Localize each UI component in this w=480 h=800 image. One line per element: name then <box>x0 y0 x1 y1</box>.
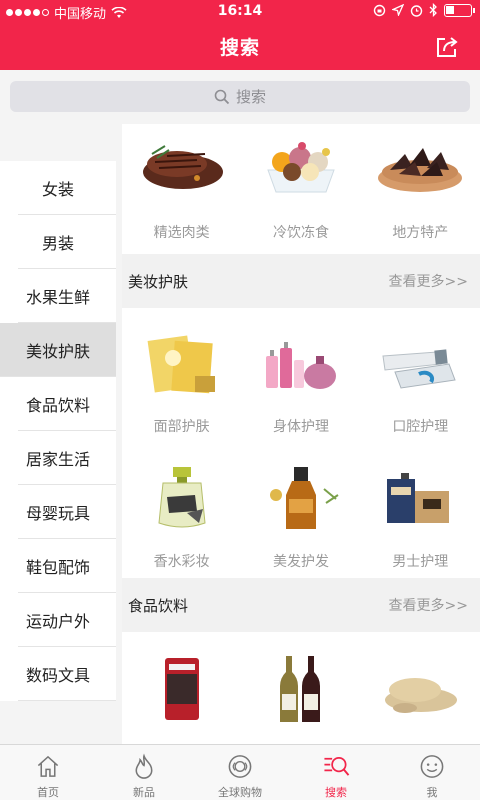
bottom-tab-bar: 首页 新品 全球购物 搜索 我 <box>0 744 480 800</box>
sidebar-item-label: 食品饮料 <box>25 396 90 415</box>
dried-fruit-icon <box>378 148 463 192</box>
tab-label: 我 <box>426 786 438 799</box>
sidebar-item-sports[interactable]: 运动户外 <box>0 593 116 647</box>
subcategory-grid: 面部护肤 身体护理 口腔护理 香水彩妆 美发护发 男士护理 <box>122 308 480 578</box>
smiley-icon <box>420 755 444 778</box>
sidebar-item-label: 女装 <box>41 180 74 199</box>
app-header: 中国移动 16:14 搜索 <box>0 0 480 70</box>
view-more-link[interactable]: 查看更多>> <box>389 595 468 615</box>
grain-icon <box>385 678 458 713</box>
subcategory-item[interactable] <box>361 632 480 744</box>
subcategory-grid: 精选肉类 冷饮冻食 地方特产 <box>122 124 480 254</box>
share-icon[interactable] <box>434 34 460 60</box>
subcategory-grid <box>122 632 480 744</box>
sidebar-item-label: 运动户外 <box>25 612 90 631</box>
category-sidebar: 女装 男装 水果生鲜 美妆护肤 食品饮料 居家生活 母婴玩具 鞋包配饰 运动户外… <box>0 124 116 744</box>
search-icon <box>214 89 230 104</box>
sidebar-item-shoes-bags[interactable]: 鞋包配饰 <box>0 539 116 593</box>
ice-cream-icon <box>267 142 335 193</box>
section-header-food: 食品饮料 查看更多>> <box>122 578 480 632</box>
sidebar-item-women[interactable]: 女装 <box>0 161 116 215</box>
flame-icon <box>135 753 153 779</box>
sidebar-item-men[interactable]: 男装 <box>0 215 116 269</box>
subcategory-item[interactable]: 地方特产 <box>361 124 480 254</box>
coffee-pack-icon <box>164 658 199 720</box>
toothpaste-icon <box>382 349 456 389</box>
tab-me[interactable]: 我 <box>384 745 480 800</box>
subcategory-label: 面部护肤 <box>153 419 210 435</box>
section-title: 美妆护肤 <box>128 272 189 291</box>
sidebar-item-label: 美妆护肤 <box>25 342 90 361</box>
subcategory-label: 香水彩妆 <box>153 554 210 570</box>
face-mask-icon <box>147 335 215 394</box>
steak-icon <box>142 145 223 189</box>
search-placeholder: 搜索 <box>235 88 266 106</box>
sidebar-item-digital[interactable]: 数码文具 <box>0 647 116 701</box>
subcategory-label: 美发护发 <box>272 554 329 570</box>
subcategory-item[interactable]: 面部护肤 <box>122 308 241 443</box>
subcategory-item[interactable] <box>122 632 241 744</box>
page-title: 搜索 <box>219 37 260 59</box>
battery-icon <box>444 3 475 17</box>
subcategory-label: 精选肉类 <box>153 225 210 241</box>
tab-label: 全球购物 <box>218 786 262 799</box>
tab-home[interactable]: 首页 <box>0 745 96 800</box>
hair-oil-icon <box>269 467 339 529</box>
subcategory-item[interactable]: 男士护理 <box>361 443 480 578</box>
sidebar-item-label: 水果生鲜 <box>25 288 90 307</box>
tab-new[interactable]: 新品 <box>96 745 192 800</box>
status-indicators <box>373 3 475 17</box>
sidebar-item-baby-toys[interactable]: 母婴玩具 <box>0 485 116 539</box>
sidebar-item-label: 数码文具 <box>25 666 90 685</box>
location-icon <box>392 4 404 16</box>
view-more-link[interactable]: 查看更多>> <box>389 271 468 291</box>
sidebar-item-food-drink[interactable]: 食品饮料 <box>0 377 116 431</box>
body-care-icon <box>265 342 336 389</box>
subcategory-label: 冷饮冻食 <box>272 225 329 241</box>
subcategory-item[interactable]: 精选肉类 <box>122 124 241 254</box>
sidebar-item-label: 鞋包配饰 <box>25 558 90 577</box>
perfume-icon <box>158 467 206 528</box>
subcategory-label: 口腔护理 <box>392 419 449 435</box>
sidebar-item-label: 母婴玩具 <box>25 504 90 523</box>
search-icon <box>324 756 350 776</box>
section-title: 食品饮料 <box>128 596 189 615</box>
subcategory-label: 身体护理 <box>272 419 329 435</box>
subcategory-item[interactable]: 口腔护理 <box>361 308 480 443</box>
home-icon <box>37 755 59 777</box>
subcategory-label: 男士护理 <box>392 554 449 570</box>
sidebar-item-fresh-fruit[interactable]: 水果生鲜 <box>0 269 116 323</box>
sidebar-item-home[interactable]: 居家生活 <box>0 431 116 485</box>
subcategory-item[interactable] <box>241 632 360 744</box>
subcategory-item[interactable]: 冷饮冻食 <box>241 124 360 254</box>
alarm-icon <box>410 4 423 17</box>
tab-label: 首页 <box>37 786 59 799</box>
subcategory-item[interactable]: 美发护发 <box>241 443 360 578</box>
category-content: 精选肉类 冷饮冻食 地方特产 美妆护肤 查看更多>> 面部护肤 身体护理 口腔护… <box>122 124 480 744</box>
tab-search[interactable]: 搜索 <box>288 745 384 800</box>
tab-label: 新品 <box>133 786 155 799</box>
sidebar-item-label: 男装 <box>41 234 74 253</box>
globe-shopping-icon <box>228 755 252 778</box>
tab-global-shopping[interactable]: 全球购物 <box>192 745 288 800</box>
rotation-lock-icon <box>373 4 386 16</box>
subcategory-label: 地方特产 <box>392 225 449 241</box>
section-header-beauty: 美妆护肤 查看更多>> <box>122 254 480 308</box>
men-care-icon <box>387 473 450 523</box>
bluetooth-icon <box>429 3 437 17</box>
search-input[interactable]: 搜索 <box>10 81 470 112</box>
status-bar: 中国移动 16:14 <box>0 0 480 22</box>
sidebar-item-label: 居家生活 <box>25 450 90 469</box>
sidebar-item-beauty[interactable]: 美妆护肤 <box>0 323 116 377</box>
wine-bottles-icon <box>279 656 320 722</box>
subcategory-item[interactable]: 香水彩妆 <box>122 443 241 578</box>
tab-label: 搜索 <box>325 786 347 799</box>
subcategory-item[interactable]: 身体护理 <box>241 308 360 443</box>
search-bar: 搜索 <box>0 70 480 124</box>
